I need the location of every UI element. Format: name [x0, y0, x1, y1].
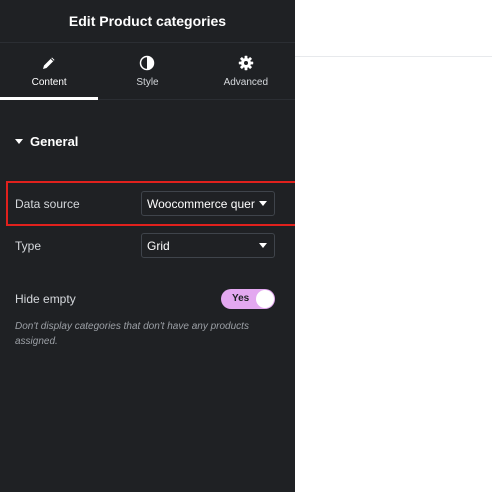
pencil-icon	[43, 57, 55, 69]
tab-advanced-label: Advanced	[223, 77, 269, 88]
chevron-down-icon	[259, 243, 267, 248]
tab-advanced[interactable]: Advanced	[197, 44, 295, 99]
hide-empty-label: Hide empty	[15, 292, 76, 306]
panel-header: Edit Product categories	[0, 0, 295, 43]
type-select[interactable]: Grid	[141, 233, 275, 258]
highlight-box	[6, 181, 319, 226]
gear-icon	[238, 55, 254, 71]
hide-empty-toggle[interactable]: Yes	[221, 289, 275, 309]
caret-down-icon	[15, 138, 23, 144]
tab-content-label: Content	[31, 77, 67, 88]
tab-style-label: Style	[136, 77, 159, 88]
section-title: General	[30, 133, 79, 149]
section-general-toggle[interactable]: General	[15, 132, 78, 150]
toggle-knob	[256, 290, 274, 308]
type-control: Type Grid	[15, 233, 275, 258]
preview-canvas	[295, 57, 492, 492]
preview-topbar	[295, 0, 492, 57]
panel-title: Edit Product categories	[68, 13, 227, 29]
hide-empty-control: Hide empty Yes	[15, 289, 275, 309]
contrast-icon	[140, 55, 155, 71]
hide-empty-help: Don't display categories that don't have…	[15, 321, 249, 347]
tab-style[interactable]: Style	[98, 44, 196, 99]
tab-content[interactable]: Content	[0, 44, 99, 100]
type-value: Grid	[147, 238, 170, 253]
toggle-state-label: Yes	[232, 293, 250, 304]
type-label: Type	[15, 238, 42, 253]
panel-tabs: Content Style Advanced	[0, 44, 295, 100]
editor-panel: Edit Product categories Content Style Ad…	[0, 0, 295, 492]
